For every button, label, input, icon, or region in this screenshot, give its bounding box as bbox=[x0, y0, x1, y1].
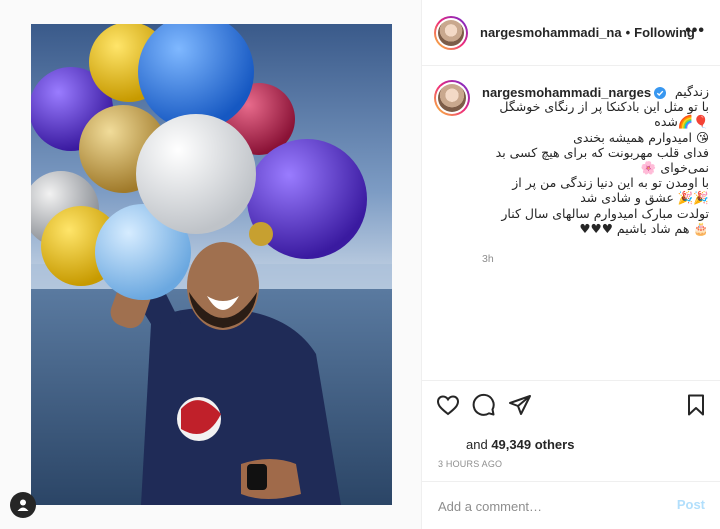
post-comment-button[interactable]: Post bbox=[677, 497, 705, 512]
like-icon[interactable] bbox=[436, 393, 460, 417]
post-date: 3 HOURS AGO bbox=[438, 459, 503, 469]
comment-bar: Post bbox=[422, 481, 720, 529]
likes-number: 49,349 bbox=[491, 437, 532, 452]
instagram-post-page: nargesmohammadi_na • Following ••• narge… bbox=[0, 0, 720, 529]
share-icon[interactable] bbox=[508, 393, 532, 417]
post-side-panel: nargesmohammadi_na • Following ••• narge… bbox=[421, 0, 720, 529]
caption-avatar-image bbox=[438, 84, 466, 112]
caption-text: زندگیم با تو مثل این بادکنکا پر از رنگای… bbox=[495, 84, 709, 236]
more-options-icon[interactable]: ••• bbox=[685, 22, 705, 40]
header-username[interactable]: nargesmohammadi_na bbox=[480, 25, 622, 40]
likes-prefix: and bbox=[466, 437, 492, 452]
caption-avatar[interactable] bbox=[434, 80, 470, 116]
action-bar bbox=[422, 380, 720, 425]
header-separator: • bbox=[625, 25, 631, 40]
save-icon[interactable] bbox=[684, 393, 708, 417]
comment-icon[interactable] bbox=[472, 393, 496, 417]
comment-input[interactable] bbox=[438, 496, 658, 516]
likes-count[interactable]: and 49,349 others bbox=[466, 437, 574, 452]
header-avatar[interactable] bbox=[434, 15, 468, 50]
caption-username[interactable]: nargesmohammadi_narges bbox=[482, 85, 652, 100]
user-icon bbox=[17, 499, 29, 511]
photo-illustration bbox=[31, 24, 392, 505]
user-profile-fab[interactable] bbox=[10, 492, 36, 518]
caption-time: 3h bbox=[482, 253, 494, 265]
post-media-area bbox=[0, 0, 421, 529]
post-header: nargesmohammadi_na • Following ••• bbox=[422, 0, 720, 66]
avatar-image bbox=[438, 19, 464, 46]
post-photo[interactable] bbox=[31, 24, 392, 505]
likes-suffix: others bbox=[531, 437, 575, 452]
